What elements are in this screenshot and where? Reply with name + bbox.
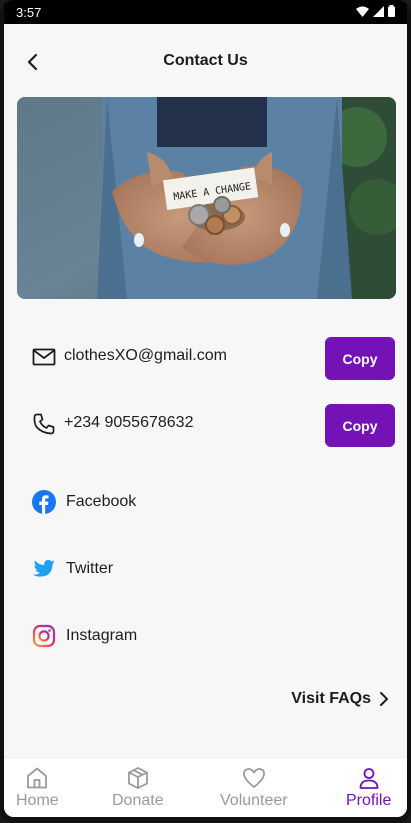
page-title: Contact Us xyxy=(163,52,248,69)
signal-icon xyxy=(373,5,384,17)
instagram-icon xyxy=(32,624,56,648)
copy-email-button[interactable]: Copy xyxy=(325,337,395,380)
wifi-icon xyxy=(356,6,369,17)
nav-home[interactable]: Home xyxy=(16,766,59,810)
status-time: 3:57 xyxy=(16,5,42,20)
heart-icon xyxy=(242,768,265,788)
nav-donate-label: Donate xyxy=(112,792,164,809)
status-icons xyxy=(356,5,395,17)
visit-faqs-label: Visit FAQs xyxy=(291,690,371,707)
facebook-link[interactable]: Facebook xyxy=(32,488,282,518)
visit-faqs-link[interactable]: Visit FAQs xyxy=(291,690,389,708)
mail-icon xyxy=(32,348,56,366)
user-icon xyxy=(359,768,379,789)
nav-home-label: Home xyxy=(16,792,59,809)
instagram-link[interactable]: Instagram xyxy=(32,622,282,652)
nav-profile-label: Profile xyxy=(346,792,392,809)
header: Contact Us xyxy=(4,42,407,82)
nav-volunteer-label: Volunteer xyxy=(220,792,288,809)
phone-icon xyxy=(33,413,55,435)
nav-profile[interactable]: Profile xyxy=(346,766,391,810)
email-row: clothesXO@gmail.com Copy xyxy=(32,337,395,381)
copy-phone-button[interactable]: Copy xyxy=(325,404,395,447)
twitter-icon xyxy=(33,560,55,577)
hero-image: MAKE A CHANGE xyxy=(17,97,396,299)
box-icon xyxy=(127,767,148,789)
facebook-label: Facebook xyxy=(66,493,137,510)
phone-row: +234 9055678632 Copy xyxy=(32,404,395,448)
email-text: clothesXO@gmail.com xyxy=(64,347,227,364)
hands-coins-image: MAKE A CHANGE xyxy=(17,97,396,299)
phone-frame: 3:57 Contact Us MAKE A CHANGE clothesXO@… xyxy=(0,0,411,823)
contact-us-screen: Contact Us MAKE A CHANGE clothesXO@gmail… xyxy=(4,24,407,817)
nav-volunteer[interactable]: Volunteer xyxy=(220,766,288,810)
twitter-link[interactable]: Twitter xyxy=(32,555,282,585)
instagram-label: Instagram xyxy=(66,627,138,644)
bottom-nav: Home Donate Volunteer Profile xyxy=(4,757,407,817)
facebook-icon xyxy=(32,490,56,514)
chevron-right-icon xyxy=(380,692,388,706)
home-icon xyxy=(27,767,48,789)
twitter-label: Twitter xyxy=(66,560,114,577)
phone-text: +234 9055678632 xyxy=(64,414,194,431)
battery-icon xyxy=(388,5,395,17)
nav-donate[interactable]: Donate xyxy=(112,766,164,810)
status-bar: 3:57 xyxy=(4,0,407,24)
